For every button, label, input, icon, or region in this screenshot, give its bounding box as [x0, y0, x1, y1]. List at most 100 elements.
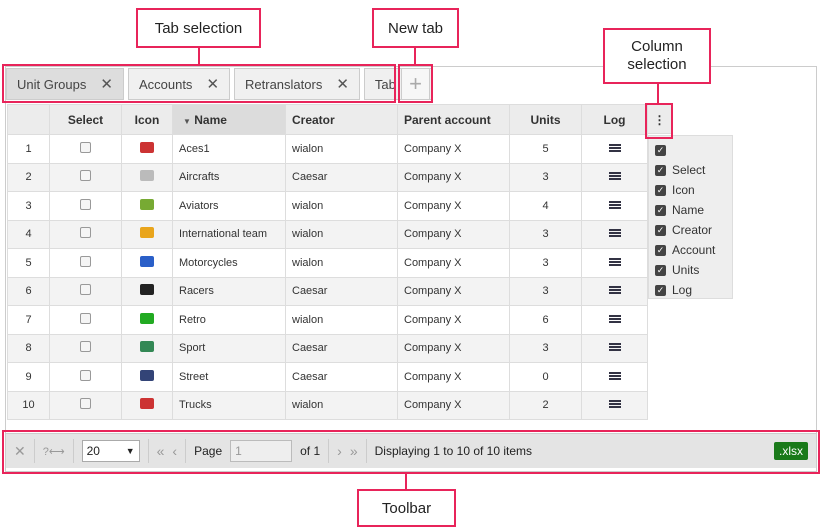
log-list-icon[interactable]: [608, 143, 621, 152]
checkbox-checked-icon[interactable]: ✓: [655, 184, 666, 196]
log-list-icon[interactable]: [608, 229, 621, 238]
log-list-icon[interactable]: [608, 257, 621, 266]
row-name[interactable]: Racers: [172, 276, 286, 306]
row-creator: wialon: [285, 219, 398, 249]
column-toggle[interactable]: ✓ Account: [655, 240, 726, 260]
row-select-cell: [49, 134, 122, 164]
row-name[interactable]: Aces1: [172, 134, 286, 164]
row-index: 2: [7, 162, 50, 192]
log-list-icon[interactable]: [608, 314, 621, 323]
table-row[interactable]: 3 Aviators wialon Company X 4: [7, 191, 648, 221]
annotation-line: [414, 48, 416, 65]
checkbox-checked-icon[interactable]: ✓: [655, 144, 666, 156]
row-creator: wialon: [285, 191, 398, 221]
row-name[interactable]: Trucks: [172, 390, 286, 420]
checkbox-checked-icon[interactable]: ✓: [655, 264, 666, 276]
row-units: 5: [509, 134, 582, 164]
log-list-icon[interactable]: [608, 172, 621, 181]
row-select-cell: [49, 162, 122, 192]
row-log-cell: [581, 191, 648, 221]
table-row[interactable]: 10 Trucks wialon Company X 2: [7, 390, 648, 420]
column-toggle[interactable]: ✓ Units: [655, 260, 726, 280]
table-row[interactable]: 2 Aircrafts Caesar Company X 3: [7, 162, 648, 192]
row-creator: Caesar: [285, 276, 398, 306]
checkbox-checked-icon[interactable]: ✓: [655, 164, 666, 176]
unit-group-icon: [140, 369, 154, 381]
header-creator[interactable]: Creator: [285, 104, 398, 135]
annotation-line: [405, 474, 407, 489]
row-parent-account: Company X: [397, 276, 510, 306]
row-creator: Caesar: [285, 362, 398, 392]
table-row[interactable]: 1 Aces1 wialon Company X 5: [7, 134, 648, 164]
row-name[interactable]: Street: [172, 362, 286, 392]
checkbox-checked-icon[interactable]: ✓: [655, 204, 666, 216]
header-select[interactable]: Select: [49, 104, 122, 135]
row-select-cell: [49, 390, 122, 420]
row-checkbox[interactable]: [80, 369, 91, 381]
row-checkbox[interactable]: [80, 198, 91, 210]
column-toggle-label: Creator: [672, 223, 713, 237]
row-name[interactable]: Sport: [172, 333, 286, 363]
row-name[interactable]: International team: [172, 219, 286, 249]
checkbox-checked-icon[interactable]: ✓: [655, 284, 666, 296]
unit-group-icon: [140, 312, 154, 324]
table-row[interactable]: 6 Racers Caesar Company X 3: [7, 276, 648, 306]
row-checkbox[interactable]: [80, 341, 91, 353]
row-checkbox[interactable]: [80, 255, 91, 267]
row-name[interactable]: Aviators: [172, 191, 286, 221]
header-log[interactable]: Log: [581, 104, 648, 135]
row-index: 8: [7, 333, 50, 363]
row-name[interactable]: Motorcycles: [172, 248, 286, 278]
checkbox-checked-icon[interactable]: ✓: [655, 244, 666, 256]
row-index: 7: [7, 305, 50, 335]
row-units: 3: [509, 162, 582, 192]
row-log-cell: [581, 134, 648, 164]
column-toggle-all[interactable]: ✓: [655, 140, 726, 160]
log-list-icon[interactable]: [608, 286, 621, 295]
header-name[interactable]: ▼ Name: [172, 104, 286, 135]
unit-group-icon: [140, 284, 154, 296]
column-toggle[interactable]: ✓ Creator: [655, 220, 726, 240]
row-parent-account: Company X: [397, 305, 510, 335]
row-creator: Caesar: [285, 333, 398, 363]
row-checkbox[interactable]: [80, 227, 91, 239]
table-row[interactable]: 8 Sport Caesar Company X 3: [7, 333, 648, 363]
row-checkbox[interactable]: [80, 312, 91, 324]
header-units[interactable]: Units: [509, 104, 582, 135]
annotation-box-column-selection: [645, 103, 673, 139]
row-name[interactable]: Aircrafts: [172, 162, 286, 192]
column-toggle[interactable]: ✓ Icon: [655, 180, 726, 200]
column-toggle[interactable]: ✓ Name: [655, 200, 726, 220]
table-row[interactable]: 9 Street Caesar Company X 0: [7, 362, 648, 392]
header-icon[interactable]: Icon: [121, 104, 173, 135]
row-checkbox[interactable]: [80, 170, 91, 182]
unit-group-icon: [140, 141, 154, 153]
table-row[interactable]: 5 Motorcycles wialon Company X 3: [7, 248, 648, 278]
annotation-tab-selection: Tab selection: [136, 8, 261, 48]
row-units: 6: [509, 305, 582, 335]
row-checkbox[interactable]: [80, 398, 91, 410]
row-icon-cell: [121, 333, 173, 363]
header-name-label: Name: [194, 112, 227, 127]
row-icon-cell: [121, 162, 173, 192]
annotation-box-new-tab: [398, 64, 433, 103]
annotation-column-selection: Column selection: [603, 28, 711, 84]
log-list-icon[interactable]: [608, 200, 621, 209]
row-units: 4: [509, 191, 582, 221]
log-list-icon[interactable]: [608, 371, 621, 380]
column-toggle-label: Units: [672, 263, 700, 277]
table-row[interactable]: 7 Retro wialon Company X 6: [7, 305, 648, 335]
row-checkbox[interactable]: [80, 141, 91, 153]
row-log-cell: [581, 362, 648, 392]
row-checkbox[interactable]: [80, 284, 91, 296]
column-toggle[interactable]: ✓ Log: [655, 280, 726, 300]
row-index: 4: [7, 219, 50, 249]
row-name[interactable]: Retro: [172, 305, 286, 335]
table-row[interactable]: 4 International team wialon Company X 3: [7, 219, 648, 249]
log-list-icon[interactable]: [608, 343, 621, 352]
log-list-icon[interactable]: [608, 400, 621, 409]
header-parent-account[interactable]: Parent account: [397, 104, 510, 135]
annotation-new-tab: New tab: [372, 8, 459, 48]
column-toggle[interactable]: ✓ Select: [655, 160, 726, 180]
checkbox-checked-icon[interactable]: ✓: [655, 224, 666, 236]
